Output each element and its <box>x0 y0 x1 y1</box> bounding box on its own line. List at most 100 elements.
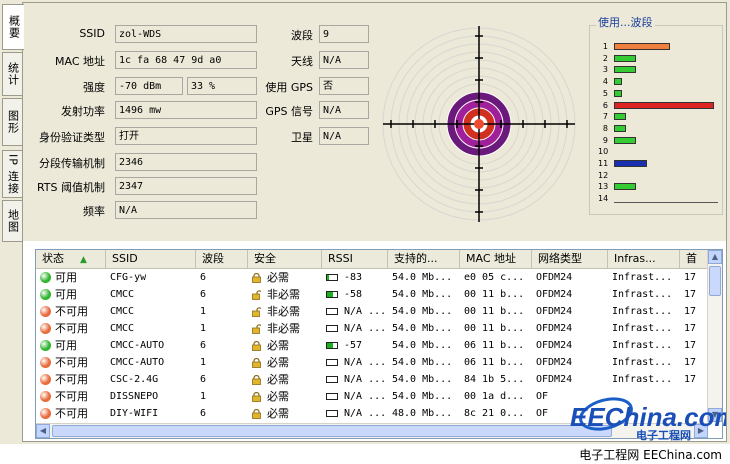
lock-icon <box>252 375 261 385</box>
channel-bar <box>614 54 636 62</box>
status-cell: 不可用 <box>36 405 106 422</box>
status-cell: 可用 <box>36 269 106 286</box>
rssi-cell: N/A ... <box>322 405 388 422</box>
network-type-text: OFDM24 <box>536 272 573 283</box>
status-cell: 不可用 <box>36 371 106 388</box>
network-type-cell: OFDM24 <box>532 354 608 371</box>
status-text: 可用 <box>55 271 77 284</box>
scroll-left-button[interactable]: ◀ <box>36 424 50 438</box>
column-header[interactable]: 安全 <box>248 250 322 268</box>
channel-cell: 1 <box>196 303 248 320</box>
column-header-label: SSID <box>112 252 138 265</box>
channel-text: 1 <box>200 306 207 317</box>
channel-cell: 6 <box>196 405 248 422</box>
ssid-cell: CMCC-AUTO <box>106 337 196 354</box>
ssid-cell: CFG-yw <box>106 269 196 286</box>
first-seen-text: 17 <box>684 306 697 317</box>
rate-cell: 54.0 Mb... <box>388 269 460 286</box>
info-label: 卫星 <box>291 131 313 144</box>
info-label: 分段传输机制 <box>39 157 105 170</box>
mac-cell: 00 11 b... <box>460 286 532 303</box>
footer-text: 电子工程网 EEChina.com <box>579 448 722 462</box>
channel-bar <box>614 43 670 50</box>
info-label: 身份验证类型 <box>39 131 105 144</box>
channel-cell: 6 <box>196 371 248 388</box>
eechina-logo: EEChina.com 电子工程网 <box>566 392 730 444</box>
table-row[interactable]: 不可用 CMCC-AUTO 1 必需 N/A ... 54.0 Mb... 06 11 b.… <box>36 354 708 371</box>
info-value: 1496 mw <box>115 101 257 119</box>
status-dot-icon <box>40 408 51 419</box>
table-row[interactable]: 可用 CMCC 6 非必需 -58 54.0 Mb... 00 11 b... OFDM24 I… <box>36 286 708 303</box>
table-row[interactable]: 不可用 CSC-2.4G 6 必需 N/A ... 54.0 Mb... 84 1b 5..… <box>36 371 708 388</box>
tab-label: IP 连接 <box>6 153 20 195</box>
channel-baseline <box>614 202 718 204</box>
horizontal-scroll-thumb[interactable] <box>52 425 612 437</box>
rssi-cell: N/A ... <box>322 320 388 337</box>
mac-cell: 00 1a d... <box>460 388 532 405</box>
mac-cell: e0 05 c... <box>460 269 532 286</box>
table-row[interactable]: 不可用 CMCC 1 非必需 N/A ... 54.0 Mb... 00 11 b... OF… <box>36 320 708 337</box>
status-dot-icon <box>40 357 51 368</box>
signal-radar <box>382 26 576 222</box>
radar-center <box>474 119 484 129</box>
tab-4[interactable]: 地图 <box>2 200 22 242</box>
rssi-cell: N/A ... <box>322 388 388 405</box>
mac-text: 06 11 b... <box>464 357 525 368</box>
rate-text: 48.0 Mb... <box>392 408 453 419</box>
ssid-cell: CMCC <box>106 303 196 320</box>
channel-row: 13 <box>598 182 720 191</box>
column-header[interactable]: 网络类型 <box>532 250 608 268</box>
logo-sub: 电子工程网 <box>636 428 691 442</box>
security-cell: 必需 <box>248 354 322 371</box>
vertical-scroll-thumb[interactable] <box>709 266 721 296</box>
status-text: 不可用 <box>55 373 88 386</box>
info-value: 1c fa 68 47 9d a0 <box>115 51 257 69</box>
info-value: N/A <box>319 127 369 145</box>
status-dot-icon <box>40 374 51 385</box>
status-dot-icon <box>40 391 51 402</box>
tab-0[interactable]: 概要 <box>2 4 24 50</box>
channel-text: 6 <box>200 374 207 385</box>
channel-row: 14 <box>598 194 720 204</box>
summary-panel: SSID zol-WDS MAC 地址 1c fa 68 47 9d a0 强度 -70 … <box>22 2 727 442</box>
network-type-text: OFDM24 <box>536 289 573 300</box>
table-row[interactable]: 可用 CFG-yw 6 必需 -83 54.0 Mb... e0 05 c... OFDM24… <box>36 269 708 286</box>
rate-cell: 54.0 Mb... <box>388 371 460 388</box>
column-header[interactable]: Infras... <box>608 250 680 268</box>
tab-1[interactable]: 统计 <box>2 52 22 96</box>
tab-2[interactable]: 图形 <box>2 98 22 146</box>
network-type-cell: OFDM24 <box>532 286 608 303</box>
security-text: 必需 <box>267 339 289 352</box>
column-header[interactable]: SSID <box>106 250 196 268</box>
infrastructure-text: Infrast... <box>612 374 673 385</box>
first-seen-cell: 17 <box>680 303 708 320</box>
column-header[interactable]: 首 <box>680 250 708 268</box>
column-header[interactable]: RSSI <box>322 250 388 268</box>
column-header[interactable]: 状态 ▲ <box>36 250 106 268</box>
mac-cell: 8c 21 0... <box>460 405 532 422</box>
tab-3[interactable]: IP 连接 <box>2 150 22 198</box>
first-seen-text: 17 <box>684 374 697 385</box>
status-cell: 不可用 <box>36 303 106 320</box>
channel-usage-group: 使用...波段 1 2 3 4 5 6 7 8 9 10 11 12 13 14 <box>589 14 723 215</box>
channel-bar <box>614 136 636 144</box>
mac-cell: 84 1b 5... <box>460 371 532 388</box>
rssi-text: N/A ... <box>344 323 387 334</box>
channel-usage-title: 使用...波段 <box>596 14 655 30</box>
rate-text: 54.0 Mb... <box>392 374 453 385</box>
unlock-icon <box>252 324 261 334</box>
ssid-text: CFG-yw <box>110 272 147 283</box>
rate-text: 54.0 Mb... <box>392 306 453 317</box>
signal-bar-icon <box>326 393 338 400</box>
column-header[interactable]: 支持的... <box>388 250 460 268</box>
channel-bar <box>614 113 626 121</box>
scroll-up-button[interactable]: ▲ <box>708 250 722 264</box>
table-row[interactable]: 不可用 CMCC 1 非必需 N/A ... 54.0 Mb... 00 11 b... OF… <box>36 303 708 320</box>
table-row[interactable]: 可用 CMCC-AUTO 6 必需 -57 54.0 Mb... 06 11 b... OFD… <box>36 337 708 354</box>
column-header[interactable]: MAC 地址 <box>460 250 532 268</box>
mac-text: 8c 21 0... <box>464 408 525 419</box>
rate-cell: 48.0 Mb... <box>388 405 460 422</box>
column-header[interactable]: 波段 <box>196 250 248 268</box>
security-text: 必需 <box>267 373 289 386</box>
signal-bar-icon <box>326 410 338 417</box>
